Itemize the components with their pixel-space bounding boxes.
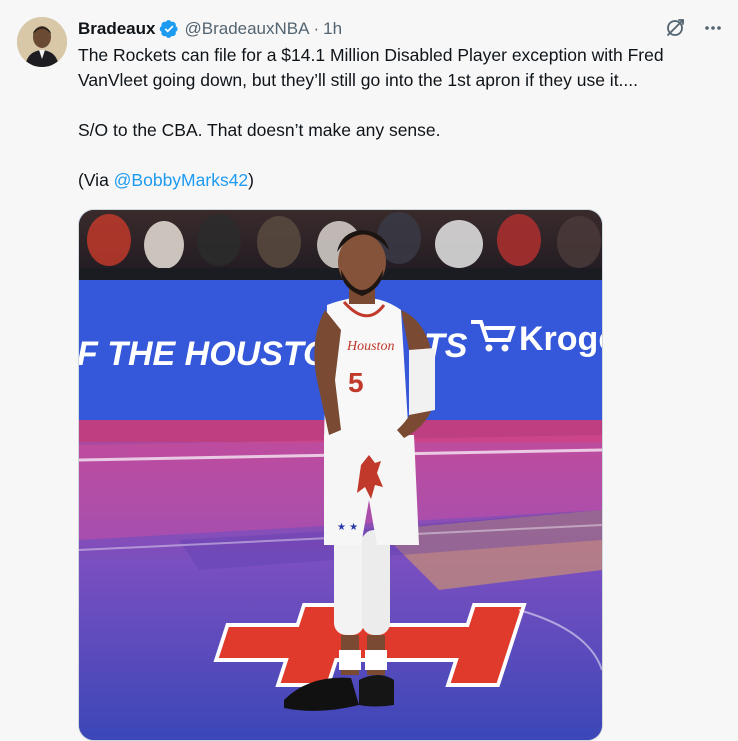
- via-suffix: ): [248, 170, 254, 190]
- header-actions: [664, 17, 724, 39]
- tweet-text-line-1: The Rockets can file for a $14.1 Million…: [78, 45, 664, 90]
- jersey-script: Houston: [346, 339, 394, 354]
- more-icon[interactable]: [702, 17, 724, 39]
- basketball-player-photo: F THE HOUSTON TS Kroge: [79, 210, 602, 740]
- separator-dot: ·: [313, 19, 320, 38]
- tweet-header: Bradeaux @BradeauxNBA · 1h: [78, 17, 724, 41]
- tweet-text-line-2: S/O to the CBA. That doesn’t make any se…: [78, 120, 441, 140]
- avatar-image: [17, 17, 67, 67]
- verified-badge-icon: [159, 19, 179, 39]
- display-name[interactable]: Bradeaux: [78, 19, 155, 39]
- timestamp[interactable]: 1h: [323, 19, 342, 39]
- via-prefix: (Via: [78, 170, 114, 190]
- tweet-text: The Rockets can file for a $14.1 Million…: [78, 43, 728, 193]
- tweet-text-via: (Via @BobbyMarks42): [78, 168, 728, 193]
- sponsor-logo-text: Kroge: [519, 320, 602, 358]
- arena-banner-text: F THE HOUSTON: [79, 335, 355, 373]
- handle[interactable]: @BradeauxNBA: [184, 19, 309, 39]
- jersey-number: 5: [348, 367, 364, 398]
- tweet-media-photo[interactable]: F THE HOUSTON TS Kroge: [78, 209, 603, 741]
- mention-link[interactable]: @BobbyMarks42: [114, 170, 249, 190]
- tweet[interactable]: Bradeaux @BradeauxNBA · 1h The Rockets c…: [0, 0, 738, 741]
- grok-icon[interactable]: [664, 17, 686, 39]
- avatar[interactable]: [17, 17, 67, 67]
- svg-text:★ ★: ★ ★: [337, 522, 358, 533]
